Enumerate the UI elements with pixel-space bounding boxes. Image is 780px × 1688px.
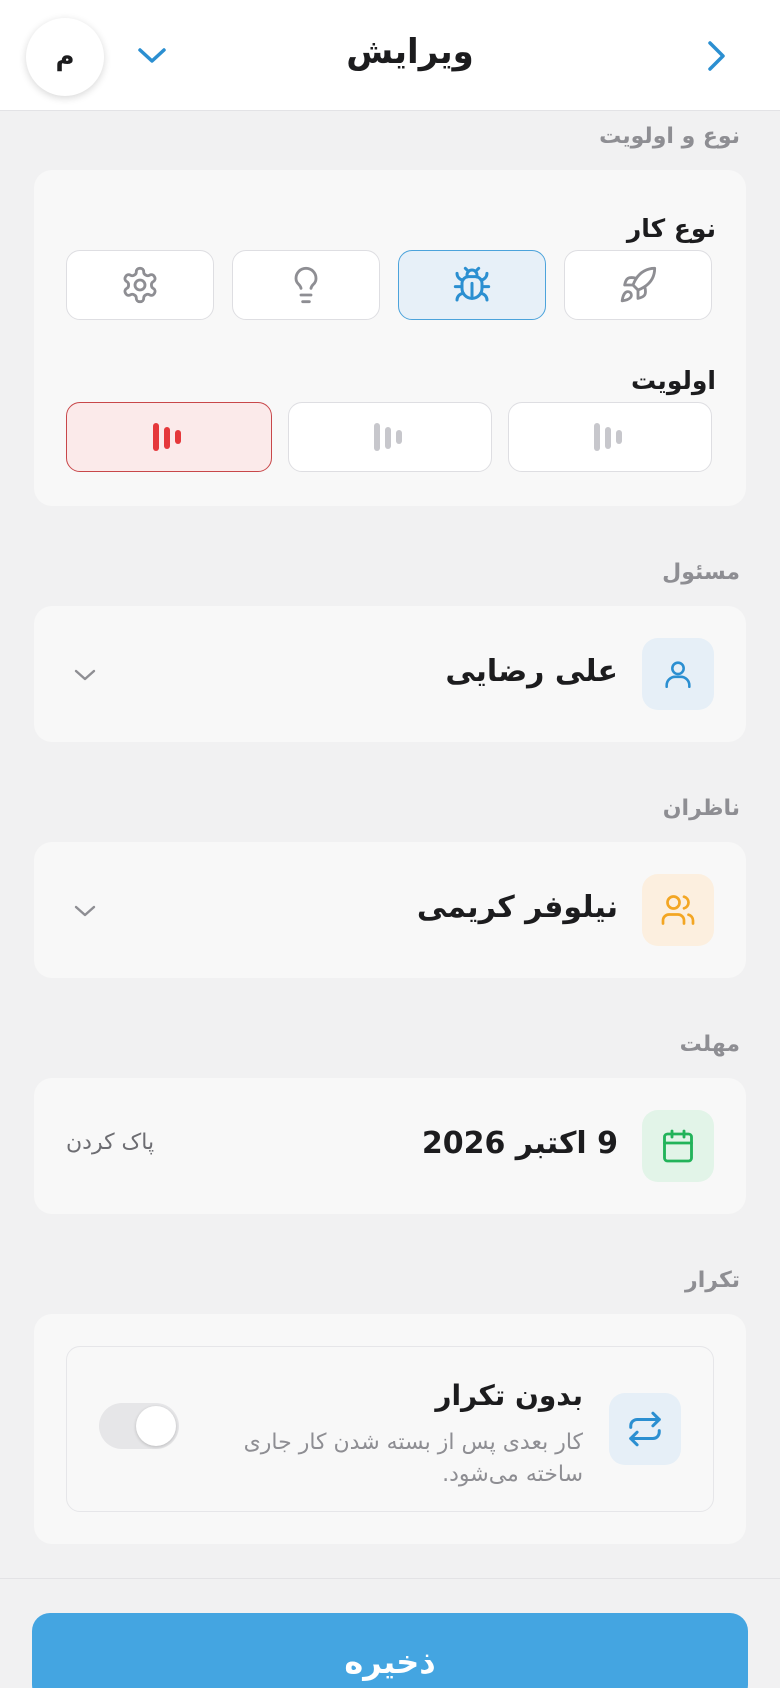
repeat-toggle[interactable]: [99, 1403, 179, 1449]
user-icon: [665, 661, 691, 689]
repeat-card: بدون تکرار کار بعدی پس از بسته شدن کار ج…: [34, 1314, 746, 1544]
assignee-icon-box: [642, 638, 714, 710]
task-type-bug[interactable]: [398, 250, 546, 320]
repeat-description: کار بعدی پس از بسته شدن کار جاری ساخته م…: [243, 1430, 583, 1487]
gear-icon: [123, 266, 157, 304]
repeat-title: بدون تکرار: [435, 1379, 583, 1412]
priority-high[interactable]: [66, 402, 272, 472]
calendar-icon: [663, 1129, 693, 1163]
chevron-right-icon: [708, 41, 725, 71]
rocket-icon: [620, 266, 657, 303]
deadline-date: 9 اکتبر 2026: [421, 1126, 618, 1161]
chevron-down-icon: [74, 669, 96, 681]
users-icon: [661, 895, 695, 925]
repeat-icon-box: [609, 1393, 681, 1465]
section-label-deadline: مهلت: [679, 1032, 740, 1057]
section-label-watchers: ناظران: [662, 796, 740, 821]
top-bar: ویرایش م: [0, 0, 780, 111]
watchers-selector[interactable]: نیلوفر کریمی: [34, 842, 746, 978]
lightbulb-icon: [294, 266, 318, 304]
type-priority-card: نوع کار اولویت: [34, 170, 746, 506]
clear-deadline-button[interactable]: پاک کردن: [66, 1130, 154, 1155]
priority-low-icon: [594, 423, 622, 451]
task-type-rocket[interactable]: [564, 250, 712, 320]
section-label-assignee: مسئول: [662, 560, 740, 585]
section-label-type-priority: نوع و اولویت: [599, 124, 740, 149]
avatar[interactable]: م: [26, 18, 104, 96]
deadline-picker[interactable]: 9 اکتبر 2026 پاک کردن: [34, 1078, 746, 1214]
repeat-option: بدون تکرار کار بعدی پس از بسته شدن کار ج…: [66, 1346, 714, 1512]
watchers-icon-box: [642, 874, 714, 946]
priority-low[interactable]: [508, 402, 712, 472]
page-title: ویرایش: [346, 32, 474, 72]
assignee-name: علی رضایی: [445, 654, 618, 689]
assignee-expand[interactable]: [70, 662, 100, 688]
watchers-expand[interactable]: [70, 898, 100, 924]
priority-label: اولویت: [630, 366, 716, 395]
assignee-selector[interactable]: علی رضایی: [34, 606, 746, 742]
save-button[interactable]: ذخیره: [32, 1613, 748, 1688]
task-type-settings[interactable]: [66, 250, 214, 320]
priority-high-icon: [153, 423, 181, 451]
task-type-label: نوع کار: [626, 214, 716, 243]
repeat-icon: [629, 1411, 661, 1447]
deadline-icon-box: [642, 1110, 714, 1182]
chevron-down-icon: [138, 48, 166, 63]
options-dropdown-button[interactable]: [132, 38, 172, 74]
task-type-idea[interactable]: [232, 250, 380, 320]
watcher-name: نیلوفر کریمی: [416, 890, 618, 925]
section-label-repeat: تکرار: [685, 1268, 740, 1293]
toggle-knob: [136, 1406, 176, 1446]
chevron-down-icon: [74, 905, 96, 917]
back-button[interactable]: [700, 36, 734, 76]
footer-bar: ذخیره: [0, 1578, 780, 1688]
bug-icon: [453, 266, 491, 302]
priority-medium[interactable]: [288, 402, 492, 472]
priority-medium-icon: [374, 423, 402, 451]
